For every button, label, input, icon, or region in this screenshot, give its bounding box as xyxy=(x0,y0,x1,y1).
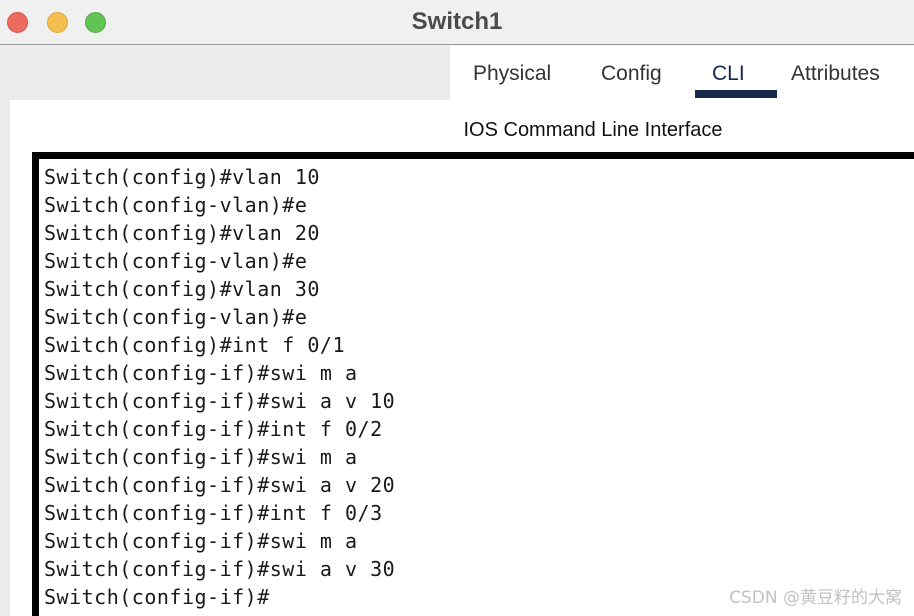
cli-line: Switch(config-if)#swi a v 10 xyxy=(44,389,396,413)
cli-line: Switch(config)#vlan 20 xyxy=(44,221,320,245)
window-title: Switch1 xyxy=(411,8,503,35)
tab-attributes[interactable]: Attributes xyxy=(791,62,880,86)
left-gutter xyxy=(0,100,10,616)
cli-line: Switch(config-if)#swi a v 20 xyxy=(44,473,396,497)
cli-line: Switch(config)#vlan 30 xyxy=(44,277,320,301)
active-tab-indicator xyxy=(695,90,777,98)
watermark: CSDN @黄豆籽的大窝 xyxy=(729,588,902,608)
cli-line: Switch(config-if)#swi a v 30 xyxy=(44,557,396,581)
cli-line: Switch(config)#int f 0/1 xyxy=(44,333,345,357)
tab-bar: Physical Config CLI Attributes xyxy=(450,46,914,100)
cli-line: Switch(config-if)#swi m a xyxy=(44,445,358,469)
tab-physical[interactable]: Physical xyxy=(473,62,551,86)
cli-terminal-output[interactable]: Switch(config)#vlan 10 Switch(config-vlan… xyxy=(44,163,904,611)
title-bar: Switch1 xyxy=(0,0,914,45)
cli-line: Switch(config-if)#int f 0/3 xyxy=(44,501,383,525)
cli-line: Switch(config-vlan)#e xyxy=(44,249,308,273)
panel-caption: IOS Command Line Interface xyxy=(463,119,723,141)
cli-line: Switch(config-if)#int f 0/2 xyxy=(44,417,383,441)
tab-cli[interactable]: CLI xyxy=(712,62,745,86)
tab-config[interactable]: Config xyxy=(601,62,662,86)
cli-line: Switch(config-vlan)#e xyxy=(44,193,308,217)
cli-line: Switch(config-vlan)#e xyxy=(44,305,308,329)
cli-line: Switch(config-if)#swi m a xyxy=(44,529,358,553)
switch1-window: Switch1 Physical Config CLI Attributes I… xyxy=(0,0,914,616)
cli-line: Switch(config)#vlan 10 xyxy=(44,165,320,189)
tabstrip-background-left xyxy=(0,46,450,100)
cli-line: Switch(config-if)#swi m a xyxy=(44,361,358,385)
